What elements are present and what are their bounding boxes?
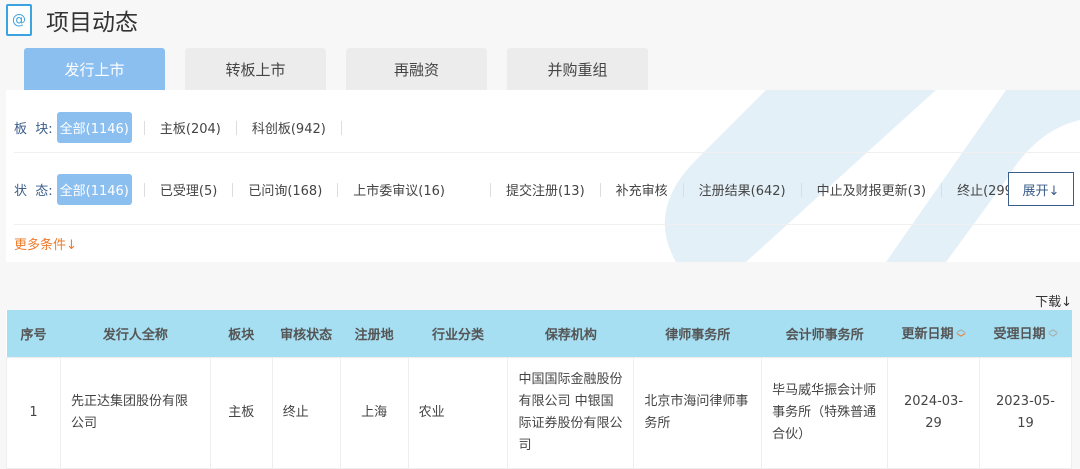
column-header: 更新日期 bbox=[901, 327, 954, 342]
cell-accept-date: 2023-05-19 bbox=[978, 356, 1073, 469]
cell-issuer[interactable]: 先正达集团股份有限公司 bbox=[59, 356, 211, 469]
column-header: 行业分类 bbox=[408, 310, 508, 357]
status-option[interactable]: 提交注册(13) bbox=[503, 174, 588, 205]
status-option[interactable]: 上市委审议(16) bbox=[350, 174, 448, 205]
tab-board-transfer[interactable]: 转板上市 bbox=[185, 48, 326, 90]
status-filter: 状 态: 全部(1146) 已受理(5) 已问询(168) 上市委审议(16) … bbox=[14, 174, 1046, 205]
sort-icon[interactable]: ︿ ﹀ bbox=[1048, 325, 1057, 344]
filter-panel: 板 块: 全部(1146) 主板(204) 科创板(942) 状 态: 全部(1… bbox=[6, 90, 1080, 262]
table-header-row: 序号 发行人全称 板块 审核状态 注册地 行业分类 保荐机构 律师事务所 会计师… bbox=[6, 310, 1072, 357]
page-header: @ 项目动态 bbox=[6, 0, 138, 40]
cell-accounting-firm: 毕马威华振会计师事务所（特殊普通合伙） bbox=[761, 356, 889, 469]
cell-sponsor: 中国国际金融股份有限公司 中银国际证券股份有限公司 bbox=[507, 356, 635, 469]
download-link[interactable]: 下载↓ bbox=[1035, 291, 1072, 310]
sort-update-date[interactable]: 更新日期 ︿ ﹀ bbox=[887, 310, 980, 357]
cell-status: 终止 bbox=[271, 356, 341, 469]
column-header: 板块 bbox=[210, 310, 273, 357]
sort-accept-date[interactable]: 受理日期 ︿ ﹀ bbox=[979, 310, 1072, 357]
sort-icon[interactable]: ︿ ﹀ bbox=[957, 325, 966, 344]
results-table: 序号 发行人全称 板块 审核状态 注册地 行业分类 保荐机构 律师事务所 会计师… bbox=[6, 310, 1073, 469]
column-header: 会计师事务所 bbox=[761, 310, 888, 357]
table-row[interactable]: 1 先正达集团股份有限公司 主板 终止 上海 农业 中国国际金融股份有限公司 中… bbox=[6, 356, 1073, 469]
tab-bar: 发行上市 转板上市 再融资 并购重组 bbox=[24, 48, 648, 90]
page-title: 项目动态 bbox=[46, 10, 138, 36]
board-option-all[interactable]: 全部(1146) bbox=[56, 112, 132, 143]
board-filter: 板 块: 全部(1146) 主板(204) 科创板(942) bbox=[14, 112, 354, 143]
board-option-star[interactable]: 科创板(942) bbox=[249, 112, 329, 143]
tab-refinancing[interactable]: 再融资 bbox=[346, 48, 487, 90]
status-filter-label: 状 态: bbox=[14, 184, 53, 199]
status-option[interactable]: 已受理(5) bbox=[157, 174, 220, 205]
tab-mna[interactable]: 并购重组 bbox=[507, 48, 648, 90]
column-header: 受理日期 bbox=[993, 327, 1046, 342]
cell-industry: 农业 bbox=[407, 356, 509, 469]
status-option[interactable]: 注册结果(642) bbox=[696, 174, 789, 205]
more-conditions-link[interactable]: 更多条件↓ bbox=[14, 234, 77, 253]
status-option[interactable]: 补充审核 bbox=[613, 174, 671, 205]
column-header: 注册地 bbox=[340, 310, 409, 357]
column-header: 审核状态 bbox=[272, 310, 341, 357]
cell-update-date: 2024-03-29 bbox=[887, 356, 980, 469]
document-at-icon: @ bbox=[6, 4, 32, 36]
status-option[interactable]: 中止及财报更新(3) bbox=[814, 174, 929, 205]
column-header: 律师事务所 bbox=[633, 310, 762, 357]
status-option[interactable]: 已问询(168) bbox=[245, 174, 325, 205]
column-header: 发行人全称 bbox=[60, 310, 211, 357]
board-option-main[interactable]: 主板(204) bbox=[157, 112, 224, 143]
column-header: 序号 bbox=[6, 310, 61, 357]
cell-board: 主板 bbox=[209, 356, 273, 469]
expand-button[interactable]: 展开↓ bbox=[1008, 172, 1074, 206]
cell-location: 上海 bbox=[339, 356, 409, 469]
tab-ipo[interactable]: 发行上市 bbox=[24, 48, 165, 90]
status-option[interactable]: 全部(1146) bbox=[56, 174, 132, 205]
cell-law-firm: 北京市海问律师事务所 bbox=[633, 356, 763, 469]
column-header: 保荐机构 bbox=[507, 310, 634, 357]
board-filter-label: 板 块: bbox=[14, 122, 53, 137]
cell-index: 1 bbox=[6, 356, 61, 469]
